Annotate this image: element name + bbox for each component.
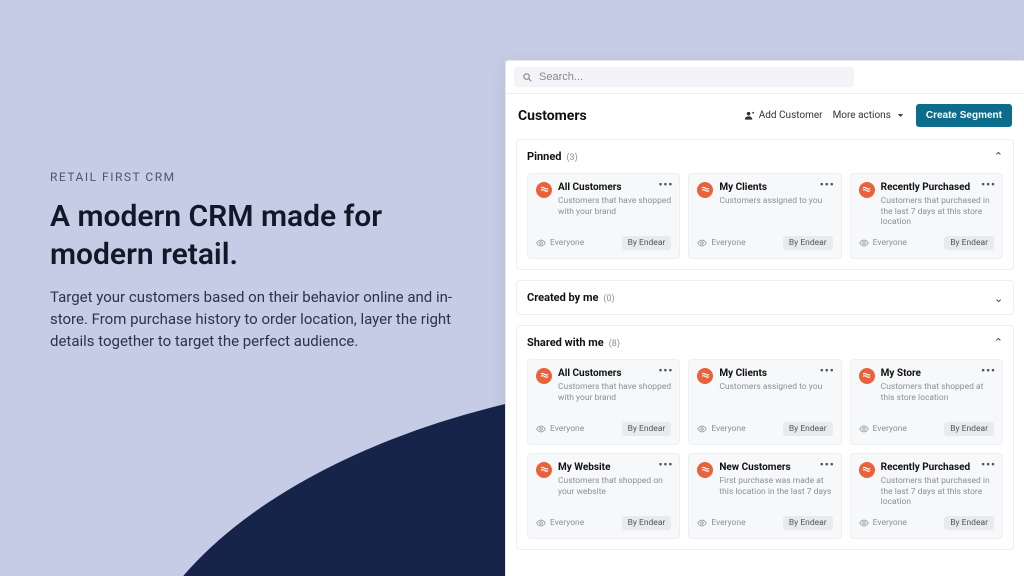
card-description: Customers that shopped at this store loc… bbox=[881, 382, 994, 403]
visibility-label: Everyone bbox=[859, 518, 907, 528]
visibility-label: Everyone bbox=[859, 424, 907, 434]
search-icon bbox=[522, 72, 533, 83]
visibility-label: Everyone bbox=[536, 238, 584, 248]
segment-card[interactable]: •••Recently Purchased Customers that purc… bbox=[850, 173, 1003, 259]
search-row bbox=[506, 61, 1024, 94]
card-description: Customers that shopped on your website bbox=[558, 476, 671, 497]
card-title: All Customers bbox=[558, 182, 671, 194]
crm-app-window: Customers Add Customer More actions Crea… bbox=[505, 60, 1024, 576]
pinned-section-header[interactable]: Pinned (3) ⌃ bbox=[527, 150, 1003, 163]
card-description: Customers assigned to you bbox=[719, 382, 822, 393]
author-badge: By Endear bbox=[622, 236, 672, 250]
segment-card[interactable]: •••My Clients Customers assigned to you Ev… bbox=[688, 359, 841, 445]
add-customer-label: Add Customer bbox=[759, 110, 823, 121]
shared-count: (8) bbox=[609, 339, 620, 349]
segment-card[interactable]: •••All Customers Customers that have shop… bbox=[527, 173, 680, 259]
card-title: Recently Purchased bbox=[881, 462, 994, 474]
created-by-me-header[interactable]: Created by me (0) ⌃ bbox=[527, 291, 1003, 304]
card-more-icon[interactable]: ••• bbox=[658, 364, 673, 377]
shared-with-me-section: Shared with me (8) ⌃ •••All CustomersCus… bbox=[516, 325, 1014, 550]
card-title: New Customers bbox=[719, 462, 832, 474]
segment-icon bbox=[536, 462, 552, 478]
created-title: Created by me bbox=[527, 291, 598, 304]
card-more-icon[interactable]: ••• bbox=[820, 364, 835, 377]
author-badge: By Endear bbox=[622, 516, 672, 530]
marketing-copy: RETAIL FIRST CRM A modern CRM made for m… bbox=[50, 170, 480, 352]
visibility-label: Everyone bbox=[697, 238, 745, 248]
search-box[interactable] bbox=[514, 67, 854, 87]
body-copy: Target your customers based on their beh… bbox=[50, 287, 480, 352]
segment-icon bbox=[697, 462, 713, 478]
card-description: Customers that purchased in the last 7 d… bbox=[881, 476, 994, 508]
card-description: Customers that have shopped with your br… bbox=[558, 382, 671, 403]
author-badge: By Endear bbox=[622, 422, 672, 436]
visibility-label: Everyone bbox=[697, 424, 745, 434]
more-actions-label: More actions bbox=[833, 110, 891, 121]
add-customer-button[interactable]: Add Customer bbox=[744, 110, 823, 121]
shared-cards-grid: •••All CustomersCustomers that have shop… bbox=[527, 359, 1003, 539]
pinned-count: (3) bbox=[566, 153, 577, 163]
pinned-section: Pinned (3) ⌃ •••All CustomersCustomers t… bbox=[516, 139, 1014, 270]
shared-with-me-header[interactable]: Shared with me (8) ⌃ bbox=[527, 336, 1003, 349]
visibility-label: Everyone bbox=[859, 238, 907, 248]
chevron-up-icon: ⌃ bbox=[994, 336, 1003, 349]
card-description: Customers that have shopped with your br… bbox=[558, 196, 671, 217]
segment-icon bbox=[697, 368, 713, 384]
author-badge: By Endear bbox=[783, 516, 833, 530]
segment-card[interactable]: •••My Store Customers that shopped at thi… bbox=[850, 359, 1003, 445]
author-badge: By Endear bbox=[944, 422, 994, 436]
segment-icon bbox=[859, 368, 875, 384]
segment-icon bbox=[697, 182, 713, 198]
card-more-icon[interactable]: ••• bbox=[658, 178, 673, 191]
segment-icon bbox=[536, 182, 552, 198]
shared-title: Shared with me bbox=[527, 336, 604, 349]
segment-card[interactable]: •••My Clients Customers assigned to you Ev… bbox=[688, 173, 841, 259]
visibility-label: Everyone bbox=[697, 518, 745, 528]
card-more-icon[interactable]: ••• bbox=[981, 364, 996, 377]
segment-card[interactable]: •••My Website Customers that shopped on y… bbox=[527, 453, 680, 539]
card-title: My Website bbox=[558, 462, 671, 474]
created-by-me-section: Created by me (0) ⌃ bbox=[516, 280, 1014, 315]
chevron-down-icon: ⌃ bbox=[994, 291, 1003, 304]
segment-card[interactable]: •••New Customers First purchase was made … bbox=[688, 453, 841, 539]
segment-card[interactable]: •••Recently Purchased Customers that purc… bbox=[850, 453, 1003, 539]
segment-card[interactable]: •••All Customers Customers that have shop… bbox=[527, 359, 680, 445]
card-description: First purchase was made at this location… bbox=[719, 476, 832, 497]
caret-down-icon bbox=[895, 110, 906, 121]
card-more-icon[interactable]: ••• bbox=[820, 458, 835, 471]
created-count: (0) bbox=[603, 294, 614, 304]
eyebrow-text: RETAIL FIRST CRM bbox=[50, 170, 480, 184]
search-input[interactable] bbox=[539, 71, 846, 83]
header-actions: Add Customer More actions Create Segment bbox=[744, 104, 1012, 127]
create-segment-button[interactable]: Create Segment bbox=[916, 104, 1012, 127]
segment-icon bbox=[859, 462, 875, 478]
pinned-title: Pinned bbox=[527, 150, 561, 163]
card-more-icon[interactable]: ••• bbox=[981, 178, 996, 191]
card-description: Customers that purchased in the last 7 d… bbox=[881, 196, 994, 228]
page-header: Customers Add Customer More actions Crea… bbox=[506, 94, 1024, 139]
card-title: My Store bbox=[881, 368, 994, 380]
visibility-label: Everyone bbox=[536, 424, 584, 434]
author-badge: By Endear bbox=[944, 236, 994, 250]
more-actions-button[interactable]: More actions bbox=[833, 110, 906, 121]
visibility-label: Everyone bbox=[536, 518, 584, 528]
author-badge: By Endear bbox=[944, 516, 994, 530]
segment-icon bbox=[859, 182, 875, 198]
card-title: My Clients bbox=[719, 368, 822, 380]
card-description: Customers assigned to you bbox=[719, 196, 822, 207]
headline: A modern CRM made for modern retail. bbox=[50, 198, 480, 273]
segment-icon bbox=[536, 368, 552, 384]
card-more-icon[interactable]: ••• bbox=[820, 178, 835, 191]
page-title: Customers bbox=[518, 108, 587, 124]
chevron-up-icon: ⌃ bbox=[994, 150, 1003, 163]
card-title: Recently Purchased bbox=[881, 182, 994, 194]
card-more-icon[interactable]: ••• bbox=[981, 458, 996, 471]
author-badge: By Endear bbox=[783, 236, 833, 250]
pinned-cards-grid: •••All CustomersCustomers that have shop… bbox=[527, 173, 1003, 259]
author-badge: By Endear bbox=[783, 422, 833, 436]
card-title: My Clients bbox=[719, 182, 822, 194]
card-more-icon[interactable]: ••• bbox=[658, 458, 673, 471]
person-add-icon bbox=[744, 110, 755, 121]
card-title: All Customers bbox=[558, 368, 671, 380]
